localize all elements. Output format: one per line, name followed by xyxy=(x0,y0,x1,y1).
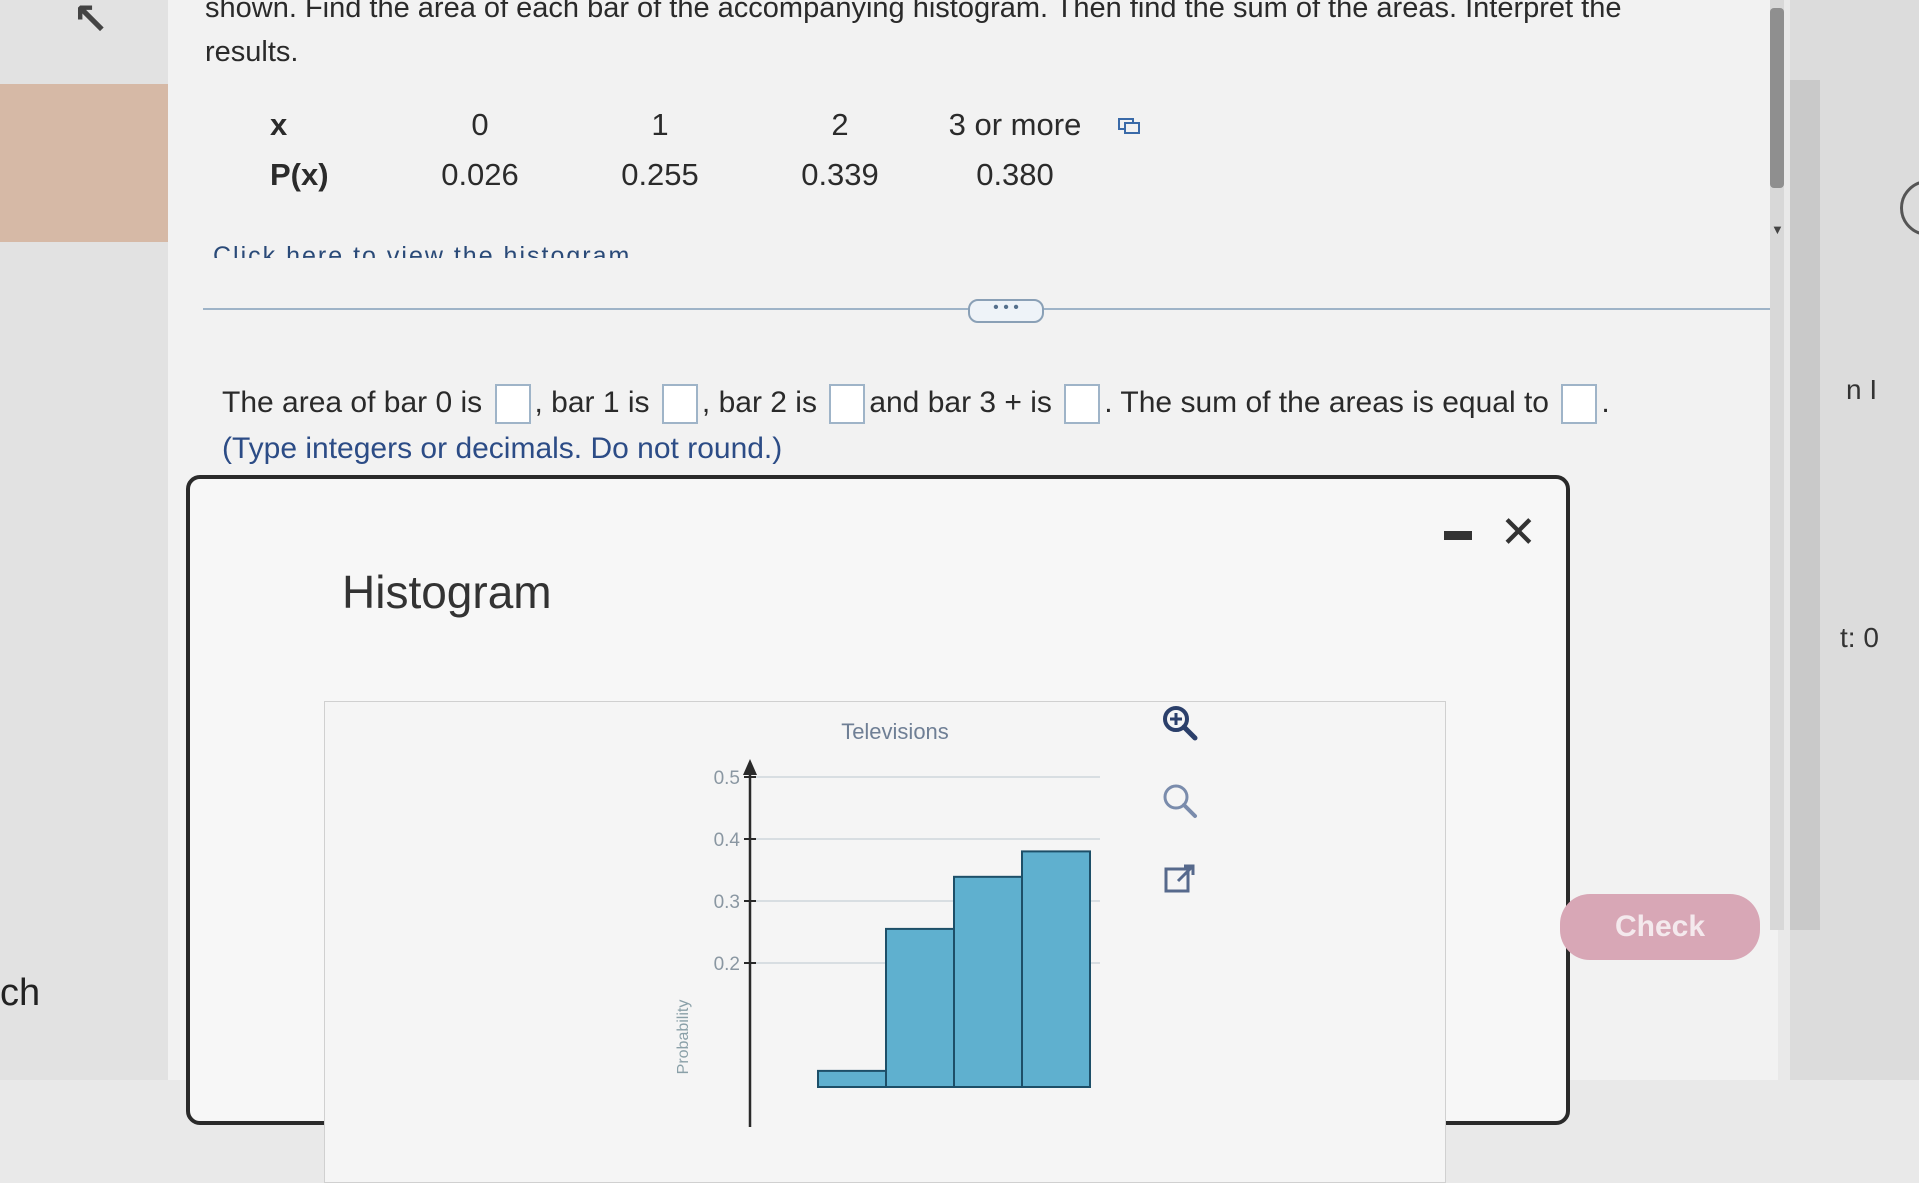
y-tick-label: 0.2 xyxy=(714,954,740,975)
histogram-bar xyxy=(817,1069,887,1089)
x-value: 0 xyxy=(471,107,489,142)
answer-text: , bar 2 is xyxy=(701,385,817,419)
histogram-bar xyxy=(953,875,1023,1088)
answer-text: and bar 3 + is xyxy=(869,385,1052,419)
x-value: 3 or more xyxy=(948,107,1082,142)
sidebar-word[interactable]: ch xyxy=(0,972,40,1015)
copy-data-icon[interactable] xyxy=(1118,116,1140,134)
x-header: x xyxy=(270,107,288,142)
zoom-out-icon[interactable] xyxy=(1158,779,1202,823)
check-answer-button[interactable]: Check answer xyxy=(1560,894,1760,960)
y-axis-arrow xyxy=(743,759,757,775)
histogram-bar xyxy=(885,927,955,1088)
answer-text: . The sum of the areas is equal to xyxy=(1104,385,1549,419)
sum-areas-input[interactable] xyxy=(1561,384,1598,424)
scroll-down-icon[interactable]: ▼ xyxy=(1771,222,1784,237)
y-tick-label: 0.4 xyxy=(714,830,741,851)
back-arrow-icon[interactable]: ↖ xyxy=(72,0,109,45)
y-axis-label: Probability xyxy=(675,1000,692,1075)
p-value: 0.339 xyxy=(801,157,879,192)
probability-table: x 0 1 2 3 or more P(x) 0.026 0.255 0.339… xyxy=(260,100,1100,200)
close-icon[interactable]: ✕ xyxy=(1500,507,1537,559)
p-value: 0.380 xyxy=(976,157,1054,192)
table-row: P(x) 0.026 0.255 0.339 0.380 xyxy=(260,150,1100,200)
divider-handle[interactable]: • • • xyxy=(968,299,1044,323)
popout-icon[interactable] xyxy=(1158,857,1202,901)
right-panel-bar xyxy=(1790,80,1820,930)
histogram-chart: Televisions Probability 0.2 0.3 0.4 0.5 xyxy=(675,719,1100,1127)
y-tick-label: 0.5 xyxy=(714,768,740,789)
popup-title: Histogram xyxy=(342,566,552,618)
table-row: x 0 1 2 3 or more xyxy=(260,100,1100,150)
histogram-popup: Histogram ✕ Televisions Probability 0.2 0.3… xyxy=(186,475,1570,1183)
p-value: 0.026 xyxy=(441,157,519,192)
minimize-icon[interactable] xyxy=(1444,531,1472,540)
left-sidebar-highlight[interactable] xyxy=(0,84,168,242)
histogram-bar xyxy=(1021,850,1091,1088)
chart-title: Televisions xyxy=(841,719,949,744)
p-header: P(x) xyxy=(270,157,329,192)
main-content: shown. Find the area of each bar of the … xyxy=(168,0,1778,1183)
answer-text: . xyxy=(1601,385,1610,419)
x-value: 2 xyxy=(831,107,849,142)
bar1-area-input[interactable] xyxy=(661,384,698,424)
answer-text: The area of bar 0 is xyxy=(222,385,483,419)
bar2-area-input[interactable] xyxy=(829,384,866,424)
question-line1: shown. Find the area of each bar of the … xyxy=(205,0,1622,24)
right-panel-text: n I xyxy=(1846,374,1878,405)
bar0-area-input[interactable] xyxy=(494,384,531,424)
answer-statement: The area of bar 0 is , bar 1 is , bar 2 … xyxy=(222,384,1610,424)
view-histogram-link[interactable]: Click here to view the histogram xyxy=(213,242,631,258)
answer-text: , bar 1 is xyxy=(534,385,650,419)
histogram-link-text: Click here to view the histogram xyxy=(213,242,632,258)
right-panel-points: t: 0 xyxy=(1840,622,1879,653)
question-line2: results. xyxy=(205,36,299,68)
zoom-in-icon[interactable] xyxy=(1158,701,1202,745)
p-value: 0.255 xyxy=(621,157,699,192)
x-value: 1 xyxy=(651,107,669,142)
answer-hint: (Type integers or decimals. Do not round… xyxy=(222,432,783,465)
scrollbar-thumb[interactable] xyxy=(1770,8,1784,188)
bar3-area-input[interactable] xyxy=(1064,384,1101,424)
y-tick-label: 0.3 xyxy=(714,892,740,913)
question-text: shown. Find the area of each bar of the … xyxy=(205,0,1745,74)
